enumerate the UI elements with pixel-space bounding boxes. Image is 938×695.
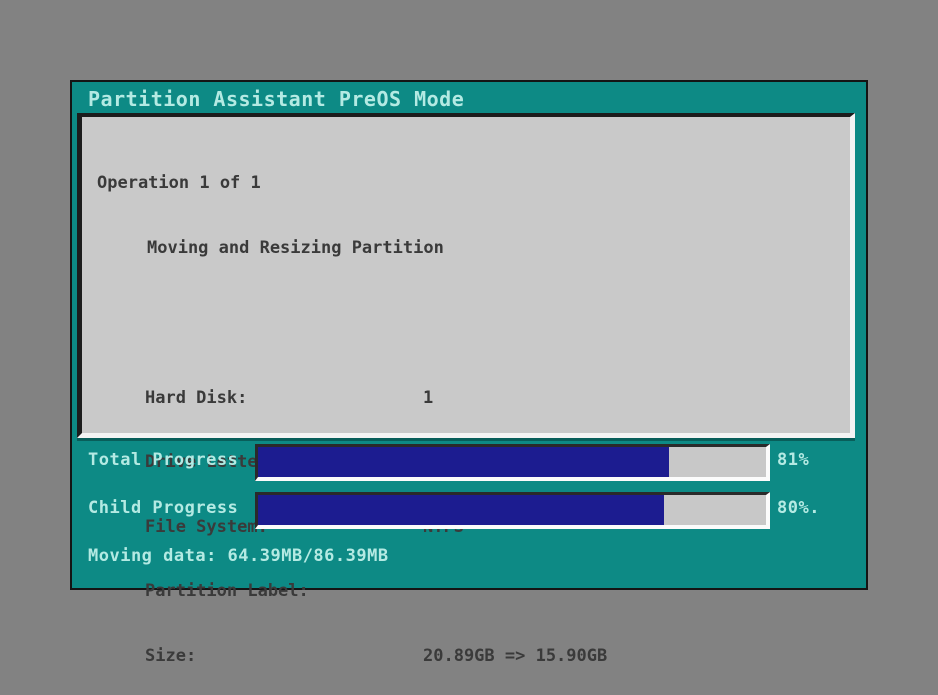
field-label: Partition Label: bbox=[145, 581, 309, 603]
field-label: Hard Disk: bbox=[145, 388, 247, 410]
child-progress-bar bbox=[255, 492, 770, 529]
total-progress-label: Total Progress bbox=[88, 450, 238, 470]
operation-heading: Operation 1 of 1 bbox=[97, 173, 850, 195]
total-progress-bar bbox=[255, 444, 770, 481]
operation-subheading: Moving and Resizing Partition bbox=[147, 238, 850, 260]
window-title: Partition Assistant PreOS Mode bbox=[88, 87, 464, 111]
field-value: 1 bbox=[423, 388, 433, 410]
field-row-size: Size: 20.89GB => 15.90GB bbox=[97, 646, 850, 668]
total-progress-fill bbox=[258, 447, 669, 477]
field-label: Size: bbox=[145, 646, 196, 668]
field-value: 20.89GB => 15.90GB bbox=[423, 646, 607, 668]
field-row-partition-label: Partition Label: bbox=[97, 581, 850, 603]
moving-data-status: Moving data: 64.39MB/86.39MB bbox=[88, 546, 389, 566]
title-bar: Partition Assistant PreOS Mode bbox=[72, 82, 866, 115]
child-progress-percent: 80%. bbox=[777, 498, 820, 518]
operation-details-panel: Operation 1 of 1 Moving and Resizing Par… bbox=[77, 113, 855, 438]
field-label: File System: bbox=[145, 517, 268, 539]
total-progress-percent: 81% bbox=[777, 450, 809, 470]
child-progress-fill bbox=[258, 495, 664, 525]
preos-dialog-window: Partition Assistant PreOS Mode Operation… bbox=[70, 80, 868, 590]
child-progress-label: Child Progress bbox=[88, 498, 238, 518]
field-row-hard-disk: Hard Disk: 1 bbox=[97, 388, 850, 410]
desktop-background: Partition Assistant PreOS Mode Operation… bbox=[0, 0, 938, 695]
